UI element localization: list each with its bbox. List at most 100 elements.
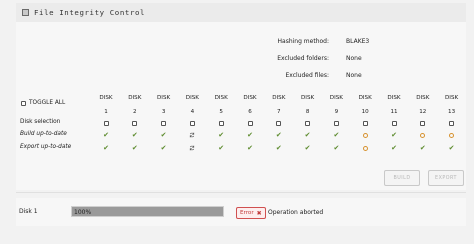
disk-header-label: DISK bbox=[358, 95, 372, 101]
status-cell: ✔ bbox=[130, 130, 140, 140]
disk-number: 7 bbox=[277, 109, 281, 115]
disk-header-label: DISK bbox=[445, 95, 459, 101]
check-icon: ✔ bbox=[391, 143, 397, 152]
status-cell: ✔ bbox=[101, 143, 111, 153]
status-cell: ✔ bbox=[101, 130, 111, 140]
status-cell[interactable] bbox=[159, 118, 169, 128]
status-cell bbox=[360, 143, 370, 153]
disk-number: 1 bbox=[104, 109, 108, 115]
disk-number: 3 bbox=[161, 109, 166, 115]
sync-icon bbox=[190, 145, 195, 151]
status-cell[interactable] bbox=[360, 118, 370, 128]
row-label: Export up-to-date bbox=[20, 144, 72, 150]
progress-fill bbox=[72, 207, 223, 216]
disk-header: DISK 9 bbox=[325, 94, 347, 116]
check-icon: ✔ bbox=[391, 130, 397, 139]
disk-header-label: DISK bbox=[329, 95, 343, 101]
status-disk-name: Disk 1 bbox=[19, 208, 38, 215]
disk-checkbox[interactable] bbox=[449, 120, 455, 126]
status-cell: ✔ bbox=[245, 143, 255, 153]
pending-circle-icon bbox=[420, 132, 426, 138]
status-cell: ✔ bbox=[216, 143, 226, 153]
disk-checkbox[interactable] bbox=[276, 120, 282, 126]
toggle-all[interactable]: TOGGLE ALL bbox=[21, 100, 65, 106]
disk-checkbox[interactable] bbox=[362, 120, 368, 126]
status-cell[interactable] bbox=[303, 118, 313, 128]
disk-number: 6 bbox=[248, 109, 252, 115]
disk-checkbox[interactable] bbox=[420, 120, 426, 126]
status-cell: ✔ bbox=[130, 143, 140, 153]
disk-header: DISK 13 bbox=[441, 94, 463, 116]
disk-header: DISK 2 bbox=[124, 94, 146, 116]
disk-checkbox[interactable] bbox=[333, 120, 339, 126]
disk-header: DISK 12 bbox=[412, 94, 434, 116]
status-cell: ✔ bbox=[389, 130, 399, 140]
status-cell: ✔ bbox=[418, 143, 428, 153]
disk-header-label: DISK bbox=[301, 95, 315, 101]
status-cell: ✔ bbox=[389, 143, 399, 153]
disk-checkbox[interactable] bbox=[103, 120, 109, 126]
status-cell bbox=[187, 143, 197, 153]
status-cell bbox=[418, 130, 428, 140]
check-icon: ✔ bbox=[304, 143, 311, 152]
status-cell[interactable] bbox=[101, 118, 111, 128]
disk-header-label: DISK bbox=[214, 95, 228, 101]
disk-header: DISK 5 bbox=[210, 94, 232, 116]
disk-number: 13 bbox=[448, 109, 456, 115]
pending-circle-icon bbox=[362, 145, 368, 151]
disk-checkbox[interactable] bbox=[161, 120, 167, 126]
disk-checkbox[interactable] bbox=[218, 120, 224, 126]
pending-circle-icon bbox=[449, 132, 455, 138]
disk-number: 2 bbox=[133, 109, 137, 115]
export-button[interactable]: EXPORT bbox=[428, 170, 464, 186]
status-cell[interactable] bbox=[331, 118, 341, 128]
disk-number: 9 bbox=[334, 109, 339, 115]
disk-number: 8 bbox=[305, 109, 310, 115]
disk-header-label: DISK bbox=[387, 95, 401, 101]
status-cell: ✔ bbox=[245, 130, 255, 140]
disk-checkbox[interactable] bbox=[132, 120, 138, 126]
status-cell[interactable] bbox=[389, 118, 399, 128]
build-button[interactable]: BUILD bbox=[384, 170, 420, 186]
check-icon: ✔ bbox=[218, 143, 225, 152]
disk-header-label: DISK bbox=[416, 95, 430, 101]
check-icon: ✔ bbox=[103, 143, 109, 152]
status-cell[interactable] bbox=[274, 118, 284, 128]
check-icon: ✔ bbox=[304, 130, 311, 139]
setting-value: BLAKE3 bbox=[346, 38, 370, 45]
check-icon: ✔ bbox=[275, 143, 282, 152]
check-icon: ✔ bbox=[448, 143, 455, 152]
status-cell: ✔ bbox=[159, 130, 169, 140]
status-cell[interactable] bbox=[245, 118, 255, 128]
disk-header: DISK 3 bbox=[153, 94, 175, 116]
disk-header: DISK 10 bbox=[354, 94, 376, 116]
status-cell[interactable] bbox=[216, 118, 226, 128]
status-cell[interactable] bbox=[447, 118, 457, 128]
disk-header: DISK 7 bbox=[268, 94, 290, 116]
check-icon: ✔ bbox=[275, 130, 282, 139]
status-cell[interactable] bbox=[130, 118, 140, 128]
status-cell[interactable] bbox=[418, 118, 428, 128]
setting-value: None bbox=[346, 72, 362, 79]
disk-checkbox[interactable] bbox=[247, 120, 253, 126]
disk-header-label: DISK bbox=[128, 95, 142, 101]
toggle-all-label: TOGGLE ALL bbox=[29, 100, 66, 106]
close-icon[interactable]: ✖ bbox=[257, 210, 262, 217]
status-message: Operation aborted bbox=[268, 209, 324, 216]
disk-number: 4 bbox=[190, 109, 195, 115]
disk-checkbox[interactable] bbox=[189, 120, 195, 126]
status-cell[interactable] bbox=[187, 118, 197, 128]
divider bbox=[16, 192, 466, 193]
status-cell: ✔ bbox=[216, 130, 226, 140]
drive-icon bbox=[22, 9, 29, 16]
row-label: Build up-to-date bbox=[20, 131, 67, 137]
disk-checkbox[interactable] bbox=[305, 120, 311, 126]
setting-label: Hashing method: bbox=[277, 38, 330, 45]
window-titlebar: File Integrity Control bbox=[16, 3, 466, 23]
disk-header: DISK 1 bbox=[95, 94, 117, 116]
disk-checkbox[interactable] bbox=[391, 120, 397, 126]
toggle-all-checkbox[interactable] bbox=[21, 100, 26, 106]
row-label: Disk selection bbox=[20, 119, 61, 125]
status-cell bbox=[447, 130, 457, 140]
status-cell: ✔ bbox=[331, 143, 341, 153]
